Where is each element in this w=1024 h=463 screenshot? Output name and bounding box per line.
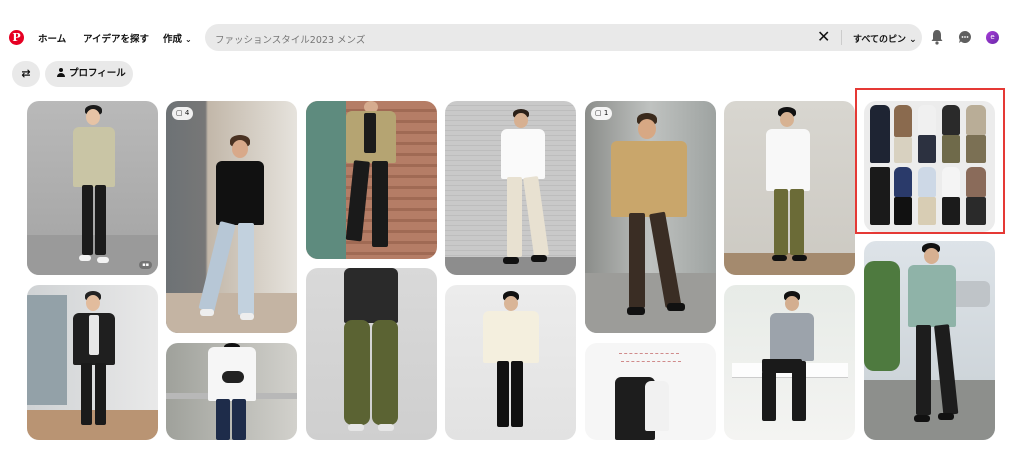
chevron-down-icon: ⌄ — [909, 35, 917, 45]
person-figure — [481, 291, 541, 440]
avatar[interactable]: e — [986, 31, 999, 44]
person-figure — [607, 113, 691, 328]
close-icon[interactable]: ✕ — [817, 27, 830, 46]
person-figure — [754, 291, 824, 436]
pin-image[interactable] — [306, 101, 437, 259]
person-figure — [764, 107, 814, 269]
chevron-down-icon: ⌄ — [185, 35, 192, 44]
nav-create-label: 作成 — [163, 34, 183, 45]
pin-image[interactable]: ▢ 4 — [166, 101, 297, 333]
pin-image[interactable] — [445, 101, 576, 275]
person-icon — [57, 68, 65, 77]
profile-filter-button[interactable]: プロフィール — [45, 61, 133, 87]
person-figure — [73, 291, 115, 440]
chat-icon[interactable] — [958, 30, 972, 44]
person-figure — [345, 101, 396, 259]
selection-highlight — [855, 88, 1005, 234]
search-input[interactable]: ファッションスタイル2023 メンズ — [215, 32, 365, 46]
search-scope-dropdown[interactable]: すべてのピン ⌄ — [853, 32, 917, 45]
pin-image[interactable] — [445, 285, 576, 440]
pinterest-logo-icon[interactable]: P — [9, 30, 24, 45]
pin-image[interactable] — [27, 285, 158, 440]
nav-home[interactable]: ホーム — [38, 31, 66, 45]
pin-image[interactable]: ▢ 1 — [585, 101, 716, 333]
person-figure — [206, 343, 256, 440]
nav-create[interactable]: 作成 ⌄ — [163, 31, 192, 45]
pin-image[interactable]: ▪▪ — [27, 101, 158, 275]
pin-image[interactable] — [585, 343, 716, 440]
carousel-count: 4 — [184, 109, 190, 117]
top-navigation-bar: P ホーム アイデアを探す 作成 ⌄ ファッションスタイル2023 メンズ ✕ す… — [0, 0, 1024, 76]
pin-image[interactable] — [724, 285, 855, 440]
pin-image[interactable] — [724, 101, 855, 275]
person-figure — [198, 135, 264, 330]
pin-image[interactable] — [166, 343, 297, 440]
person-figure — [338, 268, 404, 440]
watermark: ▪▪ — [139, 261, 152, 269]
search-scope-label: すべてのピン — [853, 35, 907, 45]
search-bar[interactable]: ファッションスタイル2023 メンズ ✕ すべてのピン ⌄ — [205, 24, 922, 51]
person-figure — [499, 109, 550, 269]
profile-filter-label: プロフィール — [69, 68, 126, 79]
search-divider — [841, 30, 842, 45]
carousel-count-badge: ▢ 4 — [172, 107, 194, 120]
pin-image[interactable] — [864, 241, 995, 440]
person-figure — [73, 105, 119, 270]
clothing-flatlay — [615, 377, 685, 440]
bell-icon[interactable] — [930, 29, 944, 45]
pin-image[interactable] — [306, 268, 437, 440]
nav-explore[interactable]: アイデアを探す — [83, 31, 149, 45]
swap-icon[interactable]: ⇄ — [12, 61, 40, 87]
person-figure — [908, 243, 959, 438]
